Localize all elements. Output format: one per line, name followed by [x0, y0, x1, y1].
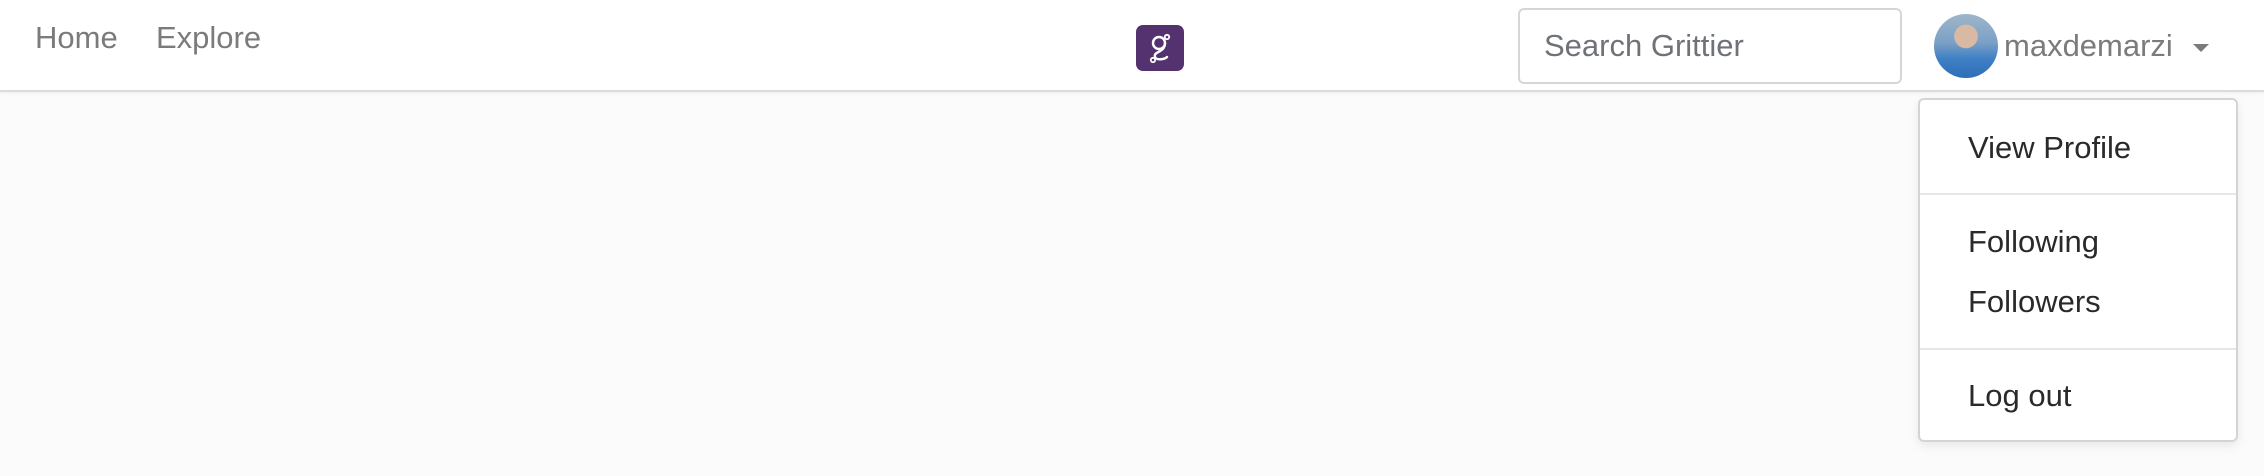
menu-item-log-out[interactable]: Log out: [1968, 378, 2071, 414]
username-label[interactable]: maxdemarzi: [2004, 28, 2173, 64]
menu-item-following[interactable]: Following: [1968, 224, 2099, 260]
search-input[interactable]: [1518, 8, 1902, 84]
menu-divider: [1920, 193, 2236, 195]
user-menu-toggle[interactable]: maxdemarzi: [1934, 14, 2209, 78]
menu-divider: [1920, 348, 2236, 350]
logo-glyph-icon: [1149, 33, 1171, 64]
caret-down-icon[interactable]: [2192, 44, 2209, 52]
menu-item-followers[interactable]: Followers: [1968, 284, 2101, 320]
nav-link-explore[interactable]: Explore: [156, 20, 261, 56]
avatar[interactable]: [1934, 14, 1998, 78]
user-dropdown-menu: View Profile Following Followers Log out: [1918, 98, 2238, 442]
grittier-logo-icon[interactable]: [1136, 25, 1184, 71]
top-navbar: Home Explore maxdemarzi: [0, 0, 2264, 92]
menu-item-view-profile[interactable]: View Profile: [1968, 130, 2131, 166]
nav-link-home[interactable]: Home: [35, 20, 118, 56]
